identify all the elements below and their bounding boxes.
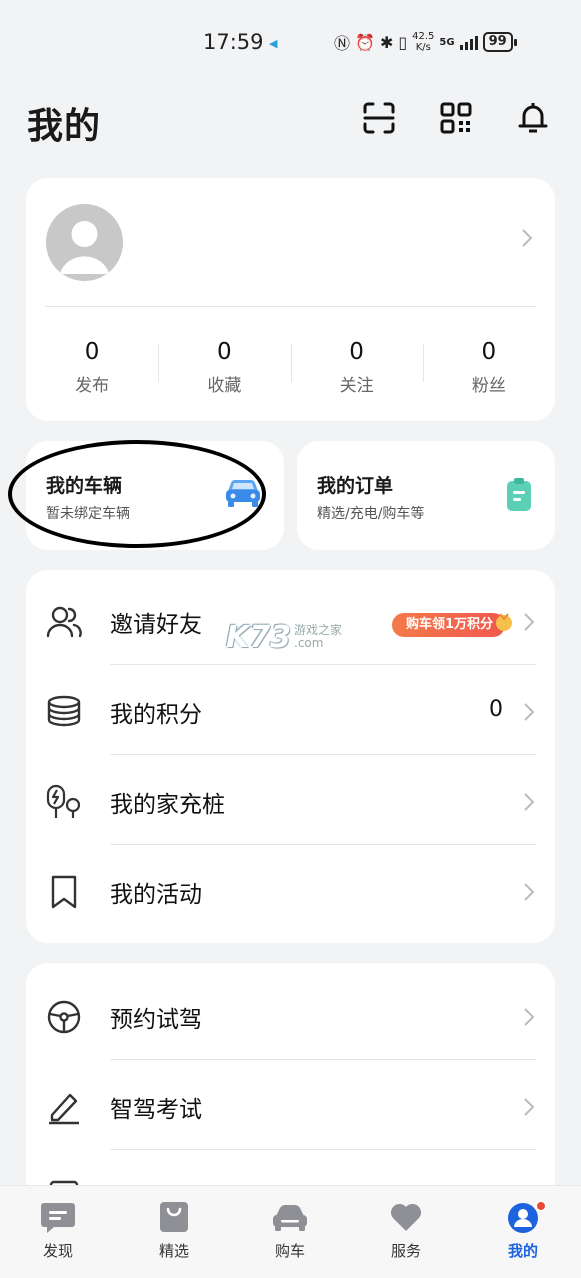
signal-icon — [459, 34, 478, 50]
nfc-icon: Ⓝ — [334, 34, 351, 53]
stat-value: 0 — [349, 339, 364, 365]
vehicle-title: 我的车辆 — [46, 475, 123, 497]
divider — [45, 306, 536, 307]
stat-value: 0 — [217, 339, 232, 365]
vibrate-icon: ▯ — [398, 32, 408, 52]
bell-icon[interactable] — [515, 100, 551, 136]
coin-icon — [496, 613, 512, 631]
heart-icon — [390, 1203, 422, 1231]
notification-badge — [535, 1200, 547, 1212]
nav-discover[interactable]: 发现 — [13, 1200, 103, 1261]
orders-subtitle: 精选/充电/购车等 — [317, 506, 425, 522]
avatar[interactable] — [46, 204, 123, 281]
menu-group-1: 邀请好友 购车领1万积分 我的积分 0 我的家充桩 我的活动 — [26, 570, 555, 943]
points-icon — [47, 695, 81, 727]
menu-item-home-charger[interactable]: 我的家充桩 — [26, 755, 555, 845]
steering-wheel-icon — [47, 1000, 81, 1034]
pen-icon — [49, 1093, 79, 1125]
stat-label: 关注 — [339, 376, 374, 396]
chevron-right-icon — [522, 229, 533, 247]
stat-favorites[interactable]: 0 收藏 — [158, 338, 290, 396]
net-speed: 42.5 K/s — [412, 31, 435, 53]
stat-posts[interactable]: 0 发布 — [26, 338, 158, 396]
profile-card[interactable]: 0 发布 0 收藏 0 关注 0 粉丝 — [26, 178, 555, 421]
stat-label: 收藏 — [207, 376, 242, 396]
clipboard-icon — [507, 478, 531, 511]
menu-item-label: 智驾考试 — [110, 1097, 202, 1123]
scan-icon[interactable] — [361, 100, 397, 136]
bookmark-icon — [51, 875, 77, 909]
stat-following[interactable]: 0 关注 — [290, 338, 423, 396]
bottom-nav: 发现 精选 购车 服务 我的 — [0, 1185, 581, 1278]
menu-item-label: 我的活动 — [110, 882, 202, 908]
chevron-right-icon — [524, 793, 535, 811]
status-icons: Ⓝ ⏰ ✱ ▯ 42.5 K/s 5G 99 — [334, 30, 517, 54]
status-bar: 17:59 ◀ Ⓝ ⏰ ✱ ▯ 42.5 K/s 5G 99 — [0, 0, 581, 86]
menu-item-label: 邀请好友 — [110, 612, 202, 638]
bluetooth-icon: ✱ — [379, 32, 394, 52]
menu-item-label: 我的积分 — [110, 702, 202, 728]
chevron-right-icon — [524, 883, 535, 901]
car-icon — [226, 480, 260, 507]
page-title: 我的 — [27, 106, 102, 147]
my-orders-card[interactable]: 我的订单 精选/充电/购车等 — [297, 441, 555, 550]
nav-buy-car[interactable]: 购车 — [245, 1200, 335, 1261]
stat-label: 发布 — [75, 376, 110, 396]
nav-featured[interactable]: 精选 — [129, 1200, 219, 1261]
status-time: 17:59 — [203, 30, 264, 54]
menu-group-2: 预约试驾 智驾考试 — [26, 963, 555, 1223]
chevron-right-icon — [524, 613, 535, 631]
invite-friend-icon — [46, 606, 82, 638]
nav-service[interactable]: 服务 — [361, 1200, 451, 1261]
nav-label: 发现 — [42, 1242, 73, 1260]
menu-item-label: 预约试驾 — [110, 1007, 202, 1033]
battery-icon: 99 — [482, 32, 517, 52]
nav-me[interactable]: 我的 — [478, 1200, 568, 1261]
stat-followers[interactable]: 0 粉丝 — [422, 338, 555, 396]
qr-code-icon[interactable] — [438, 100, 474, 136]
menu-item-invite-friends[interactable]: 邀请好友 购车领1万积分 — [26, 575, 555, 665]
home-charger-icon — [46, 784, 81, 818]
promo-badge[interactable]: 购车领1万积分 — [391, 613, 512, 637]
stat-value: 0 — [84, 339, 100, 365]
points-value: 0 — [489, 697, 503, 722]
stat-label: 粉丝 — [471, 376, 506, 396]
alarm-icon: ⏰ — [355, 32, 375, 52]
menu-item-my-points[interactable]: 我的积分 0 — [26, 665, 555, 755]
car-icon — [273, 1205, 307, 1231]
nav-label: 服务 — [390, 1242, 421, 1260]
shop-bag-icon — [160, 1202, 188, 1232]
stat-value: 0 — [481, 339, 497, 365]
menu-item-my-activities[interactable]: 我的活动 — [26, 845, 555, 935]
nav-label: 我的 — [507, 1242, 538, 1260]
orders-title: 我的订单 — [317, 475, 394, 497]
discover-icon — [41, 1203, 75, 1233]
notification-dot-icon: ◀ — [269, 37, 278, 50]
menu-item-driving-test[interactable]: 智驾考试 — [26, 1060, 555, 1150]
menu-item-label: 我的家充桩 — [110, 792, 225, 818]
profile-stats: 0 发布 0 收藏 0 关注 0 粉丝 — [26, 338, 555, 396]
chevron-right-icon — [524, 703, 535, 721]
nav-label: 购车 — [274, 1242, 305, 1260]
menu-item-test-drive[interactable]: 预约试驾 — [26, 970, 555, 1060]
chevron-right-icon — [524, 1008, 535, 1026]
my-vehicle-card[interactable]: 我的车辆 暂未绑定车辆 — [26, 441, 284, 550]
network-type: 5G — [439, 36, 455, 48]
chevron-right-icon — [524, 1098, 535, 1116]
nav-label: 精选 — [158, 1242, 189, 1260]
vehicle-subtitle: 暂未绑定车辆 — [46, 506, 130, 522]
